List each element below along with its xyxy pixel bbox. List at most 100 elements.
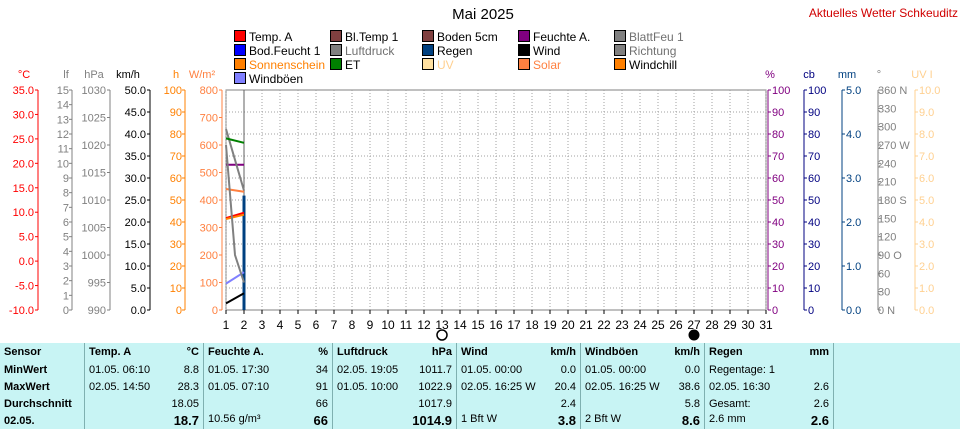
stats-row: 02.05. 18.7 10.56 g/m³ 66 1014.9 1 Bft W 3.8 2 … [0, 412, 960, 429]
stats-cell: 02.05. 16:25 W 38.6 [580, 378, 705, 395]
axis-tick-label-uvi: 8.0 [919, 129, 934, 141]
axis-tick-label-cb: 80 [808, 129, 820, 141]
axis-tick-label-lf: 11 [58, 144, 69, 156]
axis-unit-kmh: km/h [116, 69, 140, 81]
axis-tick-label-h: 10 [170, 283, 182, 295]
x-tick-label: 18 [525, 318, 539, 332]
axis-tick-label-deg: 300 [878, 122, 896, 134]
stats-cell-time: 02.05. 16:25 W [585, 380, 660, 393]
axis-tick-label-kmh: 35.0 [125, 151, 146, 163]
axis-tick-label-h: 20 [170, 261, 182, 273]
stats-table: Sensor Temp. A °C Feuchte A.% Luftdruck hPa Wi… [0, 343, 960, 429]
axis-tick-label-lf: 15 [57, 85, 69, 97]
axis-tick-label-uvi: 6.0 [919, 173, 934, 185]
stats-cell: 1014.9 [332, 412, 457, 429]
axis-tick-label-h: 90 [170, 107, 182, 119]
stats-header-cell: Sensor [0, 343, 85, 361]
new-moon-icon [688, 329, 700, 341]
stats-cell-content: 2.6 mm 2.6 [709, 413, 829, 428]
stats-header-label: Windböen [585, 346, 639, 358]
axis-tick-label-pct: 90 [772, 107, 784, 119]
axis-tick-label-mm: 3.0 [846, 173, 861, 185]
stats-header-content: Luftdruck hPa [337, 346, 452, 358]
stats-cell-time: Gesamt: [709, 397, 751, 410]
stats-cell-content: 01.05. 00:00 0.0 [585, 364, 700, 376]
axis-tick-label-kmh: 30.0 [125, 173, 146, 185]
stats-cell-time: 2.6 mm [709, 413, 746, 425]
axis-tick-label-wm2: 600 [200, 140, 218, 152]
stats-cell-value: 8.8 [183, 363, 199, 376]
axis-tick-label-temp: 35.0 [13, 85, 34, 97]
axis-tick-label-deg: 210 [878, 177, 896, 189]
stats-cell-content: 02.05. 19:05 1011.7 [337, 364, 452, 376]
stats-cell-time: 2 Bft W [585, 413, 622, 425]
axis-unit-lf: lf [63, 69, 69, 81]
axis-tick-label-uvi: 1.0 [919, 283, 934, 295]
axis-tick-label-pct: 30 [772, 239, 784, 251]
axis-tick-label-kmh: 50.0 [125, 85, 146, 97]
axis-tick-label-hpa: 1005 [82, 223, 106, 235]
axis-tick-label-hpa: 995 [88, 278, 106, 290]
stats-header-cell: Temp. A °C [84, 343, 204, 361]
axis-tick-label-uvi: 3.0 [919, 239, 934, 251]
stats-cell-value: 5.8 [684, 397, 700, 410]
axis-tick-label-temp: 10.0 [13, 207, 34, 219]
stats-cell-content: 02.05. 16:30 2.6 [709, 381, 829, 393]
axis-tick-label-lf: 1 [63, 290, 69, 302]
chart-canvas: 1 2 3 4 5 6 7 8 9 10 11 12 13 14 15 16 17 18 19 20 21 22 23 24 2… [9, 69, 940, 341]
stats-cell: 01.05. 17:30 34 [203, 361, 333, 378]
x-tick-label: 10 [381, 318, 395, 332]
x-tick-label: 2 [241, 318, 248, 332]
stats-header-cell: Windböen km/h [580, 343, 705, 361]
x-tick-label: 25 [651, 318, 665, 332]
axis-tick-label-lf: 6 [63, 217, 69, 229]
stats-cell-time: Regentage: 1 [709, 363, 776, 376]
stats-header-unit: hPa [431, 346, 452, 358]
stats-header-content: Wind km/h [461, 346, 576, 358]
axis-tick-label-h: 50 [170, 195, 182, 207]
stats-cell: 01.05. 00:00 0.0 [456, 361, 581, 378]
stats-cell-time: 1 Bft W [461, 413, 498, 425]
axis-tick-label-deg: 270 W [878, 140, 910, 152]
axis-unit-uvi: UV I [911, 69, 932, 81]
axis-tick-label-hpa: 1015 [82, 168, 106, 180]
stats-header-cell: Regen mm [704, 343, 834, 361]
x-tick-label: 22 [597, 318, 611, 332]
axis-tick-label-lf: 12 [57, 129, 69, 141]
stats-cell-content: 2 Bft W 8.6 [585, 413, 700, 428]
stats-cell-time: 10.56 g/m³ [208, 413, 261, 425]
x-tick-label: 21 [579, 318, 593, 332]
full-moon-icon [436, 329, 448, 341]
axis-unit-cb: cb [803, 69, 815, 81]
axis-tick-label-pct: 60 [772, 173, 784, 185]
axis-tick-label-uvi: 2.0 [919, 261, 934, 273]
stats-cell: 02.05. 14:50 28.3 [84, 378, 204, 395]
x-tick-label: 6 [313, 318, 320, 332]
x-tick-label: 29 [723, 318, 737, 332]
stats-header-row: Sensor Temp. A °C Feuchte A.% Luftdruck hPa Wi… [0, 343, 960, 361]
stats-cell-value: 0.0 [684, 363, 700, 376]
stats-cell-value: 1011.7 [419, 363, 452, 376]
stats-cell-content: 02.05. 16:25 W 38.6 [585, 381, 700, 393]
x-tick-label: 24 [633, 318, 647, 332]
axis-tick-label-temp: 30.0 [13, 109, 34, 121]
stats-row-label: 02.05. [4, 414, 35, 427]
axis-tick-label-cb: 70 [808, 151, 820, 163]
stats-cell-value: 20.4 [554, 380, 576, 393]
stats-header-content: Regen mm [709, 346, 829, 358]
stats-cell-value: 2.6 [813, 397, 829, 410]
stats-header-unit: km/h [550, 346, 576, 358]
axis-tick-label-lf: 4 [63, 246, 69, 258]
axis-unit-h: h [173, 69, 179, 81]
axis-tick-label-h: 60 [170, 173, 182, 185]
stats-cell-time: 01.05. 07:10 [208, 380, 270, 393]
axis-tick-label-kmh: 20.0 [125, 217, 146, 229]
axis-tick-label-h: 40 [170, 217, 182, 229]
stats-cell-content: 01.05. 00:00 0.0 [461, 364, 576, 376]
x-tick-label: 1 [223, 318, 230, 332]
stats-row: Durchschnitt 18.05 66 1017.9 2.4 5.8 Gesamt: 2.… [0, 395, 960, 412]
axis-tick-label-lf: 2 [63, 276, 69, 288]
stats-cell: 02.05. 16:30 2.6 [704, 378, 834, 395]
axis-tick-label-wm2: 200 [200, 250, 218, 262]
x-tick-label: 31 [759, 318, 773, 332]
